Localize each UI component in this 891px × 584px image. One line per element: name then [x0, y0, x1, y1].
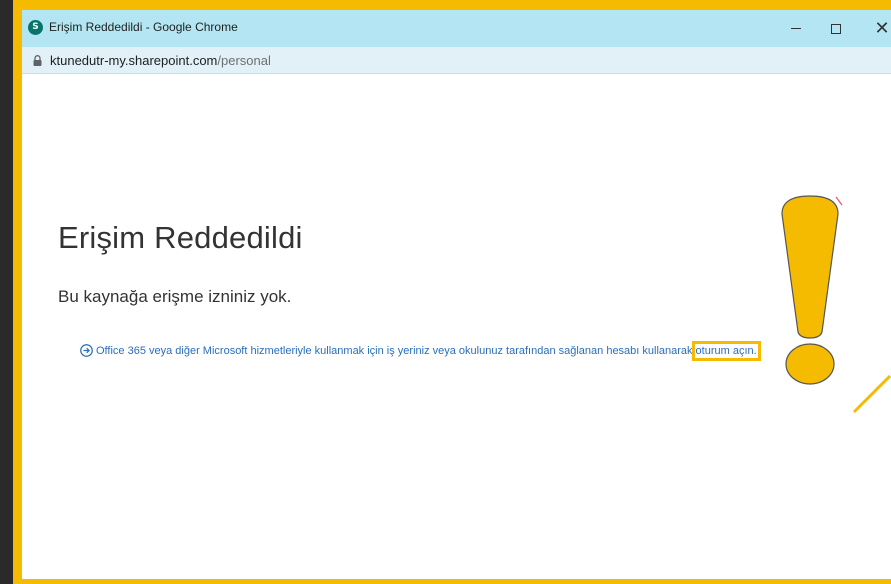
minimize-icon — [791, 28, 801, 29]
page-content: Erişim Reddedildi Bu kaynağa erişme izni… — [22, 74, 891, 579]
desktop-edge — [0, 0, 13, 584]
url-text[interactable]: ktunedutr-my.sharepoint.com/personal — [50, 53, 271, 68]
close-icon: ✕ — [874, 17, 890, 39]
page-title: Erişim Reddedildi — [58, 220, 303, 255]
sharepoint-icon: S — [28, 20, 43, 35]
access-denied-message: Bu kaynağa erişme izniniz yok. — [58, 287, 292, 306]
window-title: Erişim Reddedildi - Google Chrome — [49, 20, 238, 34]
signin-prompt: Office 365 veya diğer Microsoft hizmetle… — [80, 340, 761, 361]
browser-window: S Erişim Reddedildi - Google Chrome ✕ kt… — [22, 10, 891, 579]
title-bar[interactable]: S Erişim Reddedildi - Google Chrome ✕ — [22, 10, 891, 47]
callout-pointer — [852, 374, 891, 414]
maximize-icon — [831, 23, 841, 34]
close-button[interactable]: ✕ — [865, 10, 891, 47]
signin-link[interactable]: oturum açın. — [691, 340, 761, 361]
url-path: /personal — [217, 53, 271, 68]
minimize-button[interactable] — [779, 10, 813, 47]
url-host: ktunedutr-my.sharepoint.com — [50, 53, 218, 68]
exclamation-mark-icon — [781, 195, 839, 385]
maximize-button[interactable] — [819, 10, 853, 47]
lock-icon — [33, 55, 42, 66]
signin-description: Office 365 veya diğer Microsoft hizmetle… — [96, 344, 693, 357]
arrow-right-circle-icon[interactable] — [80, 344, 93, 357]
address-bar[interactable]: ktunedutr-my.sharepoint.com/personal — [22, 47, 891, 74]
